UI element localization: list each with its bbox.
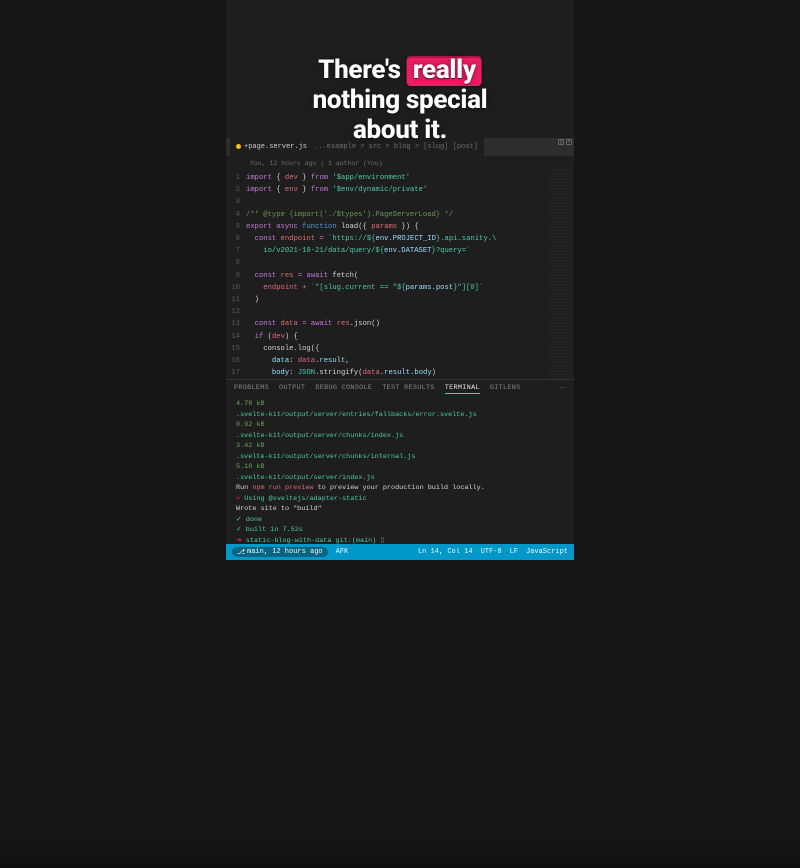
code-line[interactable]: 12 [226, 306, 546, 318]
terminal-line: .svelte-kit/output/server/chunks/index.j… [236, 431, 566, 442]
terminal-panel[interactable]: 4.78 kB.svelte-kit/output/server/entries… [226, 397, 574, 544]
line-number: 2 [226, 184, 246, 196]
code-line[interactable]: 14 if (dev) { [226, 331, 546, 343]
cursor-position[interactable]: Ln 14, Col 14 [418, 548, 473, 556]
code-line[interactable]: 10 endpoint + `*[slug.current == "${para… [226, 282, 546, 294]
line-number: 16 [226, 355, 246, 367]
minimap[interactable] [550, 170, 572, 380]
panel-tab-bar: PROBLEMS OUTPUT DEBUG CONSOLE TEST RESULTS T… [226, 379, 574, 397]
line-number: 9 [226, 270, 246, 282]
caption-line-1a: There's [318, 55, 407, 85]
line-number: 8 [226, 257, 246, 269]
branch-text: main, 12 hours ago [247, 548, 323, 556]
caption-line-3: about it. [353, 115, 447, 145]
code-line[interactable]: 1import { dev } from '$app/environment' [226, 172, 546, 184]
line-number: 14 [226, 331, 246, 343]
panel-tab-output[interactable]: OUTPUT [279, 384, 305, 394]
terminal-line: 3.42 kB [236, 441, 566, 452]
line-number: 1 [226, 172, 246, 184]
code-line[interactable]: 4/** @type {import('./$types').PageServe… [226, 209, 546, 221]
split-icon[interactable]: ▯ [558, 139, 564, 145]
code-line[interactable]: 8 [226, 257, 546, 269]
line-number: 13 [226, 318, 246, 330]
terminal-line: .svelte-kit/output/server/entries/fallba… [236, 410, 566, 421]
panel-tab-debug-console[interactable]: DEBUG CONSOLE [315, 384, 372, 394]
terminal-line: .svelte-kit/output/server/chunks/interna… [236, 452, 566, 463]
line-number: 15 [226, 343, 246, 355]
terminal-line: Wrote site to "build" [236, 504, 566, 515]
terminal-line: Run npm run preview to preview your prod… [236, 483, 566, 494]
panel-tab-terminal[interactable]: TERMINAL [445, 384, 480, 394]
terminal-line: 4.78 kB [236, 399, 566, 410]
language-mode[interactable]: JavaScript [526, 548, 568, 556]
eol[interactable]: LF [510, 548, 518, 556]
line-number: 4 [226, 209, 246, 221]
terminal-line: ✓ built in 7.52s [236, 525, 566, 536]
git-branch-status[interactable]: ⎇ main, 12 hours ago [232, 547, 328, 557]
code-line[interactable]: 11 ) [226, 294, 546, 306]
code-line[interactable]: 5export async function load({ params }) … [226, 221, 546, 233]
terminal-line: ➜ static-blog-with-data git:(main) ▯ [236, 536, 566, 544]
code-line[interactable]: 17 body: JSON.stringify(data.result.body… [226, 367, 546, 379]
line-number: 3 [226, 196, 246, 208]
code-line[interactable]: 15 console.log({ [226, 343, 546, 355]
status-bar: ⎇ main, 12 hours ago AFK Ln 14, Col 14 U… [226, 544, 574, 560]
terminal-line: ✓ done [236, 515, 566, 526]
video-caption: There's really nothing special about it. [313, 56, 488, 146]
panel-tab-gitlens[interactable]: GITLENS [490, 384, 521, 394]
code-line[interactable]: 7 io/v2021-10-21/data/query/${env.DATASE… [226, 245, 546, 257]
tab-filename: +page.server.js [244, 143, 307, 151]
code-line[interactable]: 6 const endpoint = `https://${env.PROJEC… [226, 233, 546, 245]
code-line[interactable]: 16 data: data.result, [226, 355, 546, 367]
code-line[interactable]: 9 const res = await fetch( [226, 270, 546, 282]
terminal-line: .svelte-kit/output/server/index.js [236, 473, 566, 484]
afk-status: AFK [336, 548, 349, 556]
panel-tab-problems[interactable]: PROBLEMS [234, 384, 269, 394]
line-number: 12 [226, 306, 246, 318]
tab-controls: ▯ × [558, 139, 572, 145]
encoding[interactable]: UTF-8 [481, 548, 502, 556]
code-line[interactable]: 3 [226, 196, 546, 208]
terminal-line: > Using @sveltejs/adapter-static [236, 494, 566, 505]
gitlens-blame: You, 12 hours ago | 1 author (You) [226, 156, 546, 172]
line-number: 5 [226, 221, 246, 233]
close-icon[interactable]: × [566, 139, 572, 145]
js-file-icon [236, 144, 241, 149]
panel-overflow-icon[interactable]: ⋯ [559, 384, 566, 394]
code-editor[interactable]: You, 12 hours ago | 1 author (You) 1impo… [226, 156, 574, 380]
terminal-line: 5.18 kB [236, 462, 566, 473]
line-number: 10 [226, 282, 246, 294]
line-number: 11 [226, 294, 246, 306]
line-number: 17 [226, 367, 246, 379]
caption-line-2: nothing special [313, 85, 488, 115]
panel-tab-test-results[interactable]: TEST RESULTS [382, 384, 435, 394]
code-line[interactable]: 13 const data = await res.json() [226, 318, 546, 330]
line-number: 6 [226, 233, 246, 245]
line-number: 7 [226, 245, 246, 257]
branch-icon: ⎇ [237, 548, 245, 556]
code-line[interactable]: 2import { env } from '$env/dynamic/priva… [226, 184, 546, 196]
terminal-line: 0.92 kB [236, 420, 566, 431]
caption-highlight: really [407, 56, 482, 86]
